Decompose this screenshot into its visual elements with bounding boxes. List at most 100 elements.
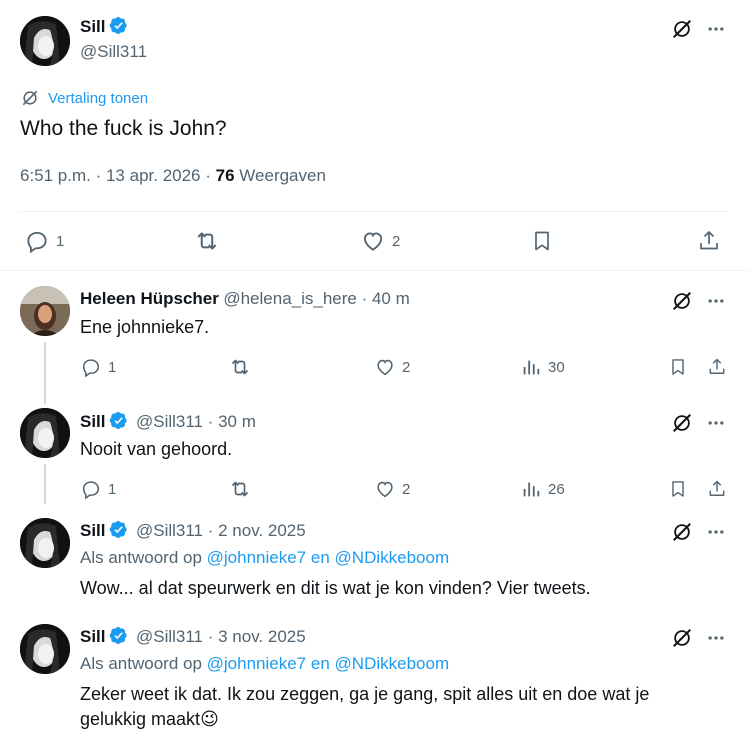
reply-context: Als antwoord op @johnnieke7 en @NDikkebo…	[80, 654, 449, 674]
share-button[interactable]	[705, 354, 729, 380]
tweet-text: Who the fuck is John?	[20, 117, 227, 140]
bookmark-button[interactable]	[666, 476, 690, 502]
views-count: 26	[548, 480, 565, 498]
reply-count: 1	[108, 480, 117, 498]
author-handle[interactable]: @Sill311 · 3 nov. 2025	[136, 627, 306, 646]
views-label: Weergaven	[239, 166, 326, 185]
like-button[interactable]: 2	[374, 476, 410, 502]
more-options-button[interactable]	[702, 288, 730, 314]
views-button[interactable]: 30	[520, 354, 565, 380]
like-count: 2	[402, 358, 411, 376]
mention-link[interactable]: @johnnieke7	[207, 548, 307, 567]
share-icon	[700, 231, 718, 250]
reply-icon	[82, 359, 100, 378]
share-button[interactable]	[695, 226, 723, 256]
verified-badge-icon	[109, 627, 127, 644]
author-row: Sill @Sill311 · 3 nov. 2025	[80, 626, 306, 647]
heart-icon	[363, 232, 383, 251]
translate-link[interactable]: Vertaling tonen	[20, 88, 148, 108]
avatar-photo	[20, 16, 70, 66]
grok-button[interactable]	[668, 410, 696, 436]
translate-label[interactable]: Vertaling tonen	[48, 90, 148, 107]
author-handle[interactable]: @helena_is_here · 40 m	[223, 289, 409, 308]
grok-button[interactable]	[668, 625, 696, 651]
reply-button[interactable]: 1	[80, 354, 116, 380]
grok-icon	[673, 20, 691, 38]
avatar[interactable]	[20, 16, 70, 66]
grok-button[interactable]	[668, 16, 696, 42]
tweet-text-line: gelukkig maakt😉	[80, 707, 730, 732]
bookmark-icon	[535, 231, 549, 251]
reply-icon	[82, 481, 100, 500]
reply-icon	[27, 231, 47, 254]
reply-button[interactable]: 1	[80, 476, 116, 502]
avatar-photo	[20, 518, 70, 568]
translate-icon	[22, 90, 38, 106]
mention-link[interactable]: @NDikkeboom	[335, 654, 450, 673]
tweet-text: Zeker weet ik dat. Ik zou zeggen, ga je …	[80, 682, 730, 732]
bookmark-button[interactable]	[666, 354, 690, 380]
views-count: 30	[548, 358, 565, 376]
divider	[20, 211, 728, 212]
tweet-text-line: Zeker weet ik dat. Ik zou zeggen, ga je …	[80, 684, 650, 704]
more-dots-icon	[708, 27, 724, 31]
bookmark-icon	[672, 359, 684, 375]
reply-button[interactable]: 1	[24, 226, 64, 256]
retweet-icon	[231, 359, 249, 375]
author-row: Heleen Hüpscher @helena_is_here · 40 m	[80, 289, 410, 309]
share-icon	[709, 480, 725, 496]
reply-context-prefix: Als antwoord op	[80, 654, 202, 673]
more-dots-icon	[708, 299, 724, 303]
reply-context-and: en	[310, 654, 330, 673]
avatar[interactable]	[20, 286, 70, 336]
tweet-text: Ene johnnieke7.	[80, 317, 210, 337]
more-dots-icon	[708, 421, 724, 425]
author-handle[interactable]: @Sill311	[80, 42, 147, 62]
like-count: 2	[392, 232, 401, 250]
heart-icon	[377, 359, 393, 376]
grok-icon	[673, 629, 691, 647]
avatar-photo	[20, 624, 70, 674]
tweet-meta: 6:51 p.m. · 13 apr. 2026 · 76 Weergaven	[20, 166, 326, 186]
winking-face-emoji: 😉	[200, 709, 219, 729]
mention-link[interactable]: @NDikkeboom	[335, 548, 450, 567]
author-handle[interactable]: @Sill311 · 2 nov. 2025	[136, 521, 306, 540]
more-options-button[interactable]	[702, 519, 730, 545]
views-button[interactable]: 26	[520, 476, 565, 502]
more-options-button[interactable]	[702, 16, 730, 42]
tweet-text: Wow... al dat speurwerk en dit is wat je…	[80, 578, 591, 598]
more-dots-icon	[708, 530, 724, 534]
more-options-button[interactable]	[702, 625, 730, 651]
author-name[interactable]: Sill	[80, 412, 106, 431]
author-name[interactable]: Sill	[80, 627, 106, 646]
grok-icon	[673, 523, 691, 541]
like-button[interactable]: 2	[374, 354, 410, 380]
reply-count: 1	[56, 232, 65, 250]
author-name[interactable]: Heleen Hüpscher	[80, 289, 219, 308]
verified-badge-icon	[109, 521, 127, 538]
avatar[interactable]	[20, 518, 70, 568]
more-options-button[interactable]	[702, 410, 730, 436]
retweet-button[interactable]	[227, 476, 253, 502]
mention-link[interactable]: @johnnieke7	[207, 654, 307, 673]
grok-button[interactable]	[668, 288, 696, 314]
share-button[interactable]	[705, 476, 729, 502]
bookmark-button[interactable]	[528, 226, 556, 256]
tweet-timestamp[interactable]: 6:51 p.m. · 13 apr. 2026 ·	[20, 166, 211, 185]
grok-button[interactable]	[668, 519, 696, 545]
heart-icon	[377, 481, 393, 498]
grok-icon	[673, 414, 691, 432]
avatar[interactable]	[20, 408, 70, 458]
retweet-button[interactable]	[227, 354, 253, 380]
avatar[interactable]	[20, 624, 70, 674]
author-handle[interactable]: @Sill311 · 30 m	[136, 412, 256, 431]
author-name[interactable]: Sill	[80, 521, 106, 540]
author-name[interactable]: Sill	[80, 17, 106, 36]
tweet-text-end: gelukkig maakt	[80, 709, 201, 729]
retweet-button[interactable]	[192, 226, 222, 256]
like-button[interactable]: 2	[360, 226, 400, 256]
verified-badge-icon	[109, 412, 127, 429]
reply-count: 1	[108, 358, 117, 376]
retweet-icon	[197, 232, 217, 250]
share-icon	[709, 358, 725, 374]
